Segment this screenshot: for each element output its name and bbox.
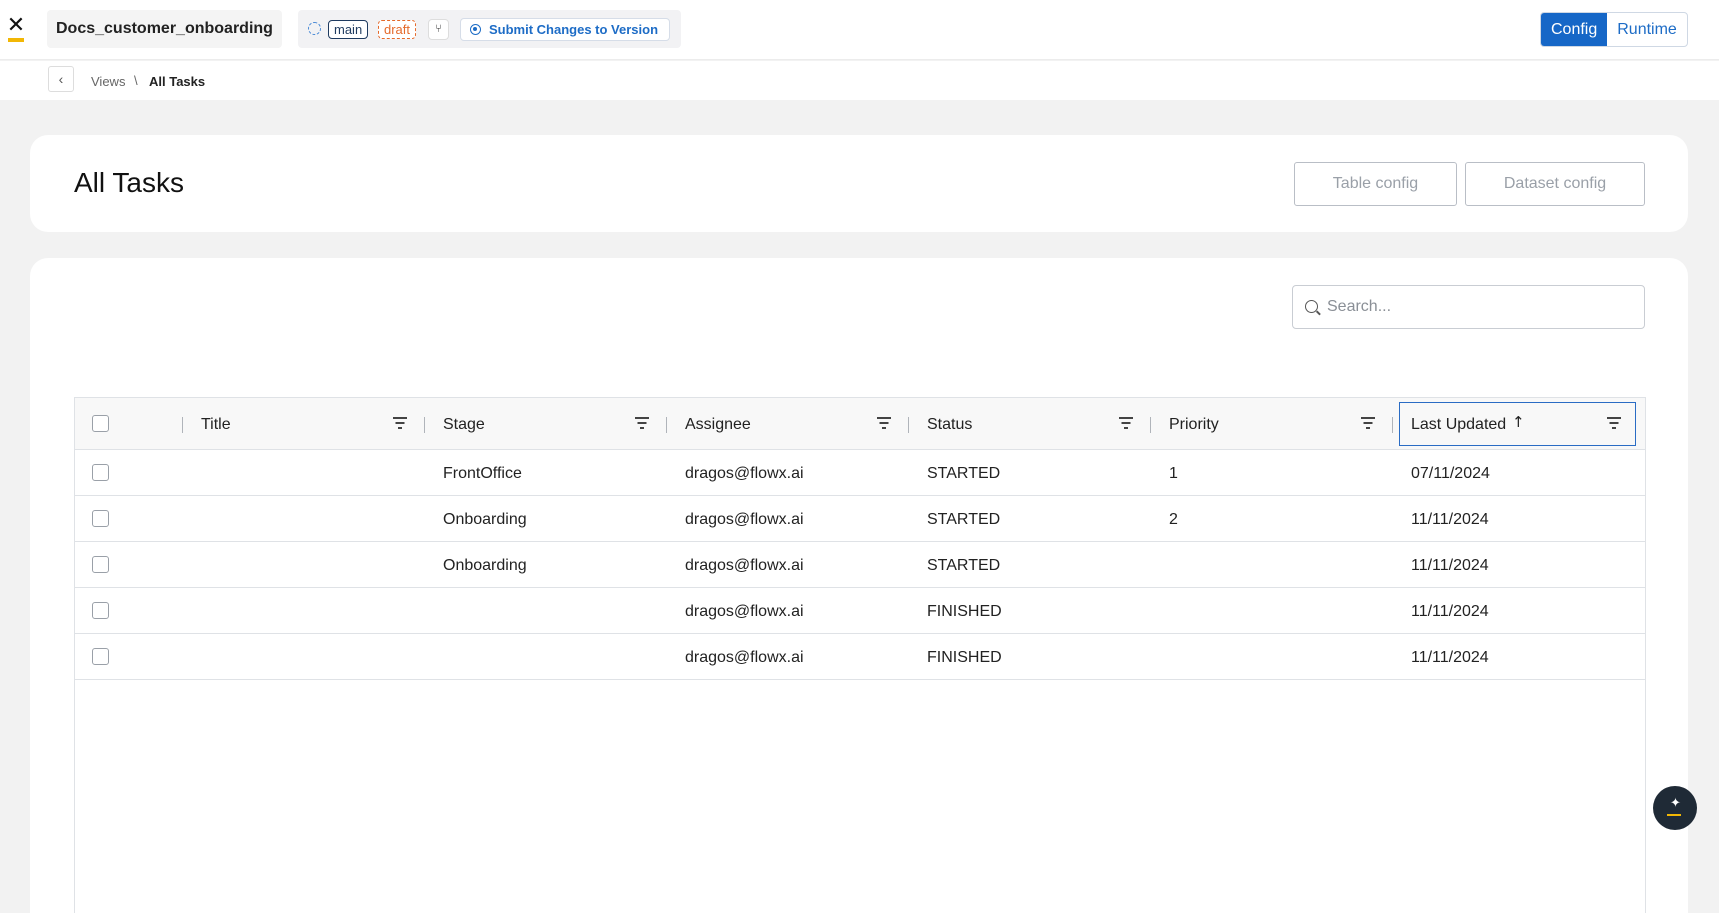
column-label-stage: Stage [443, 416, 485, 433]
loading-circle-icon [308, 22, 321, 35]
cell-assignee: dragos@flowx.ai [685, 557, 804, 574]
page-header-card: All Tasks Table config Dataset config [30, 135, 1688, 232]
row-checkbox[interactable] [92, 602, 109, 619]
radio-dot-icon [470, 24, 481, 35]
search-input[interactable] [1327, 286, 1627, 328]
cell-stage: Onboarding [443, 557, 527, 574]
filter-icon[interactable] [1606, 417, 1621, 429]
breadcrumb-separator: \ [134, 73, 138, 88]
sparkle-icon: ✦ [1670, 796, 1681, 811]
table-row[interactable]: FrontOffice dragos@flowx.ai STARTED 1 07… [75, 450, 1645, 496]
ai-assistant-button[interactable]: ✦ [1653, 786, 1697, 830]
cell-stage: Onboarding [443, 511, 527, 528]
cell-assignee: dragos@flowx.ai [685, 511, 804, 528]
branch-chip[interactable]: main [328, 20, 369, 39]
submit-changes-button[interactable]: Submit Changes to Version [460, 18, 670, 41]
cell-last-updated: 11/11/2024 [1411, 557, 1489, 574]
brand-underline [1667, 814, 1681, 816]
select-all-header [75, 398, 182, 450]
select-all-checkbox[interactable] [92, 415, 109, 432]
mode-toggle: Config Runtime [1540, 12, 1688, 47]
sort-ascending-icon[interactable]: ↑ [1512, 413, 1525, 431]
cell-assignee: dragos@flowx.ai [685, 603, 804, 620]
table-header: Title Stage Assignee Status Priority Las… [75, 398, 1645, 450]
dataset-config-button[interactable]: Dataset config [1465, 162, 1645, 206]
column-separator[interactable] [424, 417, 425, 433]
cell-last-updated: 11/11/2024 [1411, 511, 1489, 528]
column-separator[interactable] [666, 417, 667, 433]
column-label-priority: Priority [1169, 416, 1219, 433]
cell-status: STARTED [927, 465, 1001, 482]
git-branch-icon[interactable]: ⑂ [428, 19, 449, 40]
filter-icon[interactable] [634, 417, 649, 429]
table-card: Title Stage Assignee Status Priority [30, 258, 1688, 913]
config-mode-button[interactable]: Config [1541, 13, 1608, 46]
column-label-status: Status [927, 416, 973, 433]
cell-status: STARTED [927, 557, 1001, 574]
column-separator[interactable] [1392, 417, 1393, 433]
filter-icon[interactable] [392, 417, 407, 429]
breadcrumb-current: All Tasks [149, 74, 206, 89]
row-checkbox[interactable] [92, 510, 109, 527]
cell-last-updated: 11/11/2024 [1411, 649, 1489, 666]
cell-stage: FrontOffice [443, 465, 522, 482]
page-title: All Tasks [74, 167, 184, 198]
back-button[interactable]: ‹ [48, 66, 74, 92]
cell-status: FINISHED [927, 603, 1002, 620]
column-header-status[interactable]: Status [908, 398, 1150, 450]
column-header-stage[interactable]: Stage [424, 398, 666, 450]
column-label-title: Title [201, 416, 231, 433]
column-separator[interactable] [908, 417, 909, 433]
version-bar: main draft ⑂ Submit Changes to Version [298, 10, 681, 48]
table-row[interactable]: dragos@flowx.ai FINISHED 11/11/2024 [75, 634, 1645, 680]
row-checkbox[interactable] [92, 464, 109, 481]
column-label-last-updated: Last Updated [1411, 416, 1507, 433]
cell-last-updated: 07/11/2024 [1411, 465, 1490, 482]
tasks-table: Title Stage Assignee Status Priority Las… [74, 397, 1646, 913]
search-icon [1305, 300, 1318, 313]
table-row[interactable]: dragos@flowx.ai FINISHED 11/11/2024 [75, 588, 1645, 634]
row-checkbox[interactable] [92, 556, 109, 573]
row-checkbox[interactable] [92, 648, 109, 665]
cell-assignee: dragos@flowx.ai [685, 465, 804, 482]
column-header-priority[interactable]: Priority [1150, 398, 1392, 450]
search-box [1292, 285, 1645, 329]
runtime-mode-button[interactable]: Runtime [1607, 13, 1687, 46]
cell-assignee: dragos@flowx.ai [685, 649, 804, 666]
flowx-logo-icon[interactable]: ✕ [6, 15, 26, 42]
cell-last-updated: 11/11/2024 [1411, 603, 1489, 620]
column-header-title[interactable]: Title [182, 398, 424, 450]
column-header-assignee[interactable]: Assignee [666, 398, 908, 450]
top-bar: ✕ Docs_customer_onboarding main draft ⑂ … [0, 0, 1719, 60]
table-row[interactable]: Onboarding dragos@flowx.ai STARTED 11/11… [75, 542, 1645, 588]
chevron-left-icon: ‹ [58, 71, 64, 87]
cell-priority: 1 [1169, 465, 1178, 482]
filter-icon[interactable] [1118, 417, 1133, 429]
cell-status: FINISHED [927, 649, 1002, 666]
column-separator[interactable] [1150, 417, 1151, 433]
cell-priority: 2 [1169, 511, 1178, 528]
column-header-last-updated[interactable]: Last Updated ↑ [1392, 398, 1645, 450]
column-label-assignee: Assignee [685, 416, 751, 433]
cell-status: STARTED [927, 511, 1001, 528]
project-name[interactable]: Docs_customer_onboarding [47, 10, 282, 48]
table-config-button[interactable]: Table config [1294, 162, 1457, 206]
table-row[interactable]: Onboarding dragos@flowx.ai STARTED 2 11/… [75, 496, 1645, 542]
breadcrumb: ‹ Views \ All Tasks [0, 61, 1719, 100]
submit-changes-label: Submit Changes to Version [489, 22, 659, 37]
column-separator[interactable] [182, 417, 183, 433]
filter-icon[interactable] [1360, 417, 1375, 429]
filter-icon[interactable] [876, 417, 891, 429]
breadcrumb-views-link[interactable]: Views [91, 74, 125, 89]
draft-status-chip: draft [378, 20, 417, 39]
